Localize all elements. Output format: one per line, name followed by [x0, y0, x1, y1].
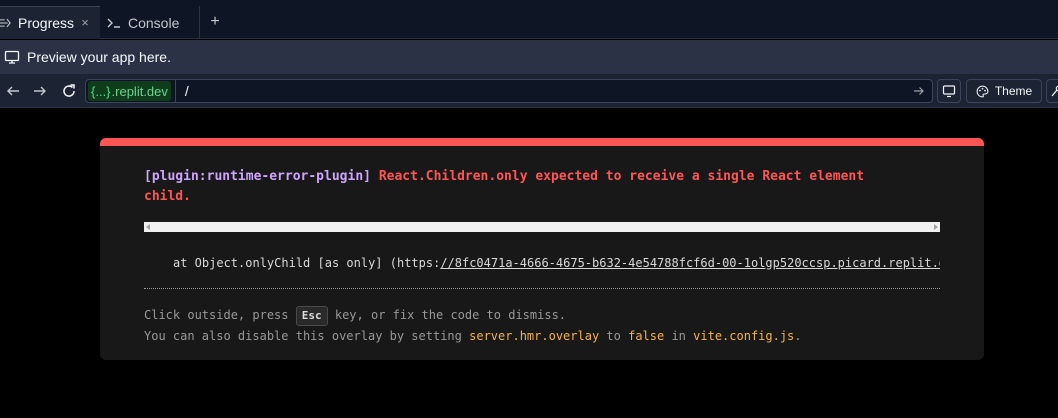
add-tab-button[interactable]: + — [205, 12, 225, 32]
wrench-icon — [1051, 85, 1058, 97]
domain-suffix: .replit.dev — [111, 83, 168, 99]
stack-trace: at Object.onlyChild [as only] (https://8… — [144, 256, 940, 270]
tip-text: in — [671, 329, 686, 343]
tab-label: Console — [128, 14, 180, 31]
arrow-right-icon — [34, 86, 46, 96]
config-key: server.hmr.overlay — [469, 329, 600, 343]
stack-frame-link[interactable]: //8fc0471a-4666-4675-b632-4e54788fcf6d-0… — [440, 256, 940, 270]
tip-text: . — [794, 329, 802, 343]
tab-bar: Progress × Console + — [0, 0, 1058, 39]
url-input[interactable]: {...} .replit.dev / — [85, 79, 933, 103]
preview-notice: Preview your app here. — [0, 40, 1058, 74]
url-path[interactable]: / — [185, 83, 189, 99]
horizontal-scrollbar[interactable] — [144, 222, 940, 232]
plugin-tag: [plugin:runtime-error-plugin] — [144, 169, 371, 184]
domain-badge-label: {...} — [91, 83, 111, 99]
close-icon[interactable]: × — [78, 15, 92, 30]
theme-label: Theme — [994, 84, 1033, 98]
divider — [144, 288, 940, 289]
config-value: false — [628, 329, 665, 343]
preview-notice-text: Preview your app here. — [27, 49, 171, 65]
tab-console[interactable]: Console — [100, 6, 200, 39]
tip-text: Click outside, press — [144, 308, 289, 322]
esc-key: Esc — [295, 306, 328, 326]
stack-frame: at Object.onlyChild [as only] (https: — [173, 256, 441, 270]
back-button[interactable] — [4, 82, 22, 100]
url-toolbar: {...} .replit.dev / Theme — [0, 74, 1058, 108]
forward-button[interactable] — [31, 82, 49, 100]
reload-button[interactable] — [60, 82, 78, 100]
monitor-icon — [942, 85, 956, 98]
config-file: vite.config.js — [693, 329, 795, 343]
go-arrow-icon[interactable] — [912, 84, 926, 98]
domain-badge[interactable]: {...} .replit.dev — [88, 81, 171, 101]
inspector-button[interactable] — [1046, 79, 1058, 103]
scroll-left-icon[interactable] — [146, 224, 150, 230]
arrow-left-icon — [7, 86, 19, 96]
tab-label: Progress — [18, 15, 75, 31]
palette-icon — [976, 85, 989, 97]
url-divider — [174, 79, 176, 103]
refresh-icon — [63, 84, 75, 97]
tip-text: You can also disable this overlay by set… — [144, 329, 462, 343]
error-message: [plugin:runtime-error-plugin] React.Chil… — [144, 167, 904, 207]
error-overlay[interactable]: [plugin:runtime-error-plugin] React.Chil… — [100, 138, 984, 360]
scroll-right-icon[interactable] — [934, 224, 938, 230]
tip-text: to — [606, 329, 621, 343]
monitor-icon — [4, 50, 20, 64]
progress-icon — [0, 15, 14, 31]
dismiss-tip: Click outside, press Esc key, or fix the… — [144, 306, 566, 326]
devtools-button[interactable] — [937, 79, 961, 103]
tip-text: key, or fix the code to dismiss. — [334, 308, 567, 322]
tab-progress[interactable]: Progress × — [0, 6, 100, 39]
disable-tip: You can also disable this overlay by set… — [144, 329, 802, 343]
terminal-icon — [106, 15, 122, 31]
theme-button[interactable]: Theme — [966, 79, 1042, 103]
